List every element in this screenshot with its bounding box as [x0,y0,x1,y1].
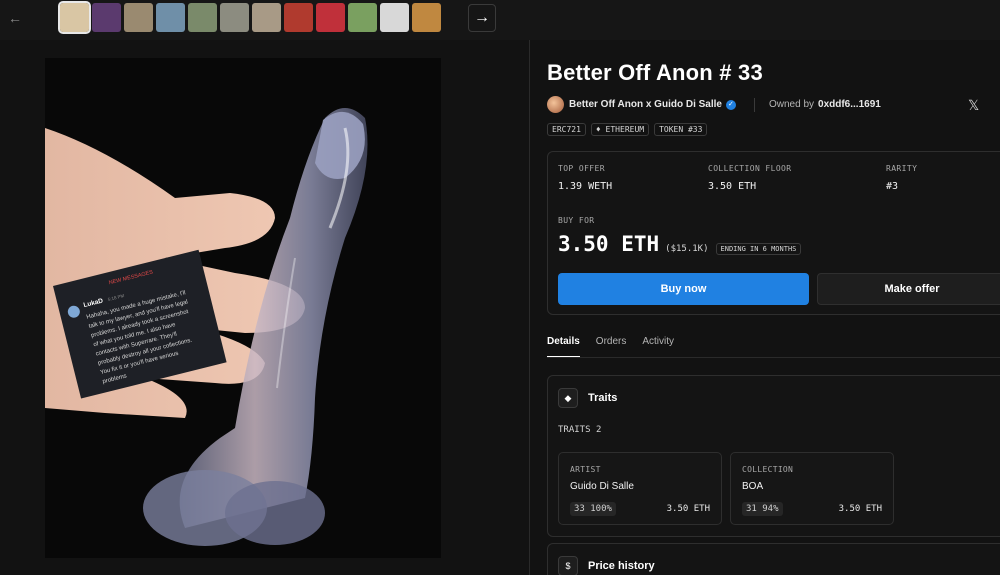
thumbnail-item[interactable] [220,3,249,32]
thumbnail-strip [58,1,441,34]
traits-section: ◆ Traits TRAITS 2 ARTIST Guido Di Salle … [547,375,1000,537]
thumbnail-item[interactable] [124,3,153,32]
tag-token: TOKEN #33 [654,123,708,136]
diamond-icon: ◆ [558,388,578,408]
ethereum-icon: ♦ [595,125,606,134]
thumbnail-carousel: ← → [0,0,1000,40]
tag-chain-label: ETHEREUM [605,125,645,134]
price-row: 3.50 ETH ($15.1K) ENDING IN 6 MONTHS [558,232,802,256]
thumbnail-item[interactable] [58,1,91,34]
thumbnail-item[interactable] [348,3,377,32]
buy-now-button[interactable]: Buy now [558,273,809,305]
make-offer-button[interactable]: Make offer [817,273,1000,305]
arrow-right-icon[interactable]: → [468,4,496,32]
traits-title: Traits [588,392,618,404]
thumbnail-item[interactable] [252,3,281,32]
price-value: 3.50 ETH [558,232,660,256]
buy-for-label: BUY FOR [558,216,595,225]
thumbnail-item[interactable] [316,3,345,32]
dollar-icon: $ [558,556,578,575]
artwork-image: NEW MESSAGES LukaD 5:18 PM Hahaha, you m… [45,58,441,558]
top-offer-label: TOP OFFER [558,164,605,173]
trait-label: COLLECTION [742,465,794,474]
floor-label: COLLECTION FLOOR [708,164,792,173]
floor-value: 3.50 ETH [708,181,757,192]
price-history-title: Price history [588,560,655,572]
rarity-label: RARITY [886,164,918,173]
top-offer-stat: TOP OFFER 1.39 WETH [558,164,612,192]
traits-count-value: 2 [595,425,602,435]
price-history-header[interactable]: $ Price history [558,556,655,575]
panel-divider [529,40,530,575]
arrow-left-icon[interactable]: ← [8,10,22,26]
thumbnail-item[interactable] [156,3,185,32]
thumbnail-item[interactable] [92,3,121,32]
tab-details[interactable]: Details [547,336,580,358]
artwork-illustration: NEW MESSAGES LukaD 5:18 PM Hahaha, you m… [45,58,441,558]
price-history-section: $ Price history [547,543,1000,575]
tag-chain: ♦ ETHEREUM [590,123,650,136]
avatar[interactable] [547,96,564,113]
trait-card[interactable]: COLLECTION BOA 31 94% 3.50 ETH [730,452,894,525]
check-icon: ✓ [725,99,736,110]
divider [753,97,755,112]
collection-row: Better Off Anon x Guido Di Salle ✓ Owned… [547,96,881,113]
owner-link[interactable]: 0xddf6...1691 [818,99,881,110]
traits-count-label: TRAITS [558,425,591,435]
thumbnail-item[interactable] [284,3,313,32]
trait-card[interactable]: ARTIST Guido Di Salle 33 100% 3.50 ETH [558,452,722,525]
rarity-value: #3 [886,181,899,192]
thumbnail-item[interactable] [412,3,441,32]
tag-standard: ERC721 [547,123,586,136]
trait-value: Guido Di Salle [570,481,634,492]
trait-value: BOA [742,481,764,492]
token-tags: ERC721 ♦ ETHEREUM TOKEN #33 [547,123,708,136]
thumbnail-item[interactable] [188,3,217,32]
collection-link[interactable]: Better Off Anon x Guido Di Salle [569,99,722,110]
traits-header[interactable]: ◆ Traits [558,388,617,408]
trait-price: 3.50 ETH [838,504,882,514]
thumbnail-item[interactable] [380,3,409,32]
trait-price: 3.50 ETH [666,504,710,514]
tabs-underline [547,357,1000,358]
detail-tabs: Details Orders Activity [547,336,674,358]
ending-badge: ENDING IN 6 MONTHS [715,243,802,255]
trait-label: ARTIST [570,465,601,474]
usd-value: ($15.1K) [665,244,709,254]
item-title: Better Off Anon # 33 [547,60,763,85]
owned-by-label: Owned by [768,99,815,110]
floor-stat: COLLECTION FLOOR 3.50 ETH [708,164,791,192]
top-offer-value: 1.39 WETH [558,181,613,192]
tab-orders[interactable]: Orders [596,336,627,358]
traits-count: TRAITS 2 [558,425,601,435]
trait-count: 31 94% [742,502,783,516]
x-logo-icon[interactable]: 𝕏 [968,97,979,114]
offer-panel: TOP OFFER 1.39 WETH COLLECTION FLOOR 3.5… [547,151,1000,315]
rarity-stat: RARITY #3 [886,164,917,192]
tab-activity[interactable]: Activity [642,336,674,358]
trait-count: 33 100% [570,502,616,516]
